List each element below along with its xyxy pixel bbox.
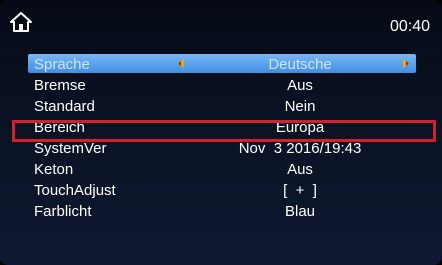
menu-item-farblicht[interactable]: Farblicht Blau: [0, 201, 442, 222]
menu-item-sprache[interactable]: Sprache Deutsche: [0, 54, 442, 75]
menu-item-value: Nov 3 2016/19:43: [238, 140, 362, 157]
menu-item-label: Keton: [34, 161, 74, 178]
arrow-left-icon[interactable]: [176, 59, 185, 68]
annotation-highlight-box: [12, 120, 436, 142]
menu-item-bremse[interactable]: Bremse Aus: [0, 75, 442, 96]
home-icon[interactable]: [10, 12, 32, 32]
menu-item-value: [ + ]: [283, 182, 317, 199]
menu-item-label: SystemVer: [34, 140, 107, 157]
menu-item-label: Farblicht: [34, 203, 92, 220]
menu-item-value: Aus: [287, 77, 313, 94]
menu-item-value: Blau: [284, 203, 316, 220]
menu-item-label: TouchAdjust: [34, 182, 116, 199]
menu-item-value: Aus: [287, 161, 313, 178]
menu-item-label: Bremse: [34, 77, 86, 94]
arrow-right-icon[interactable]: [402, 59, 411, 68]
menu-item-value: Nein: [284, 98, 316, 115]
menu-item-standard[interactable]: Standard Nein: [0, 96, 442, 117]
device-screen: 00:40 Sprache Deutsche Bremse Aus Standa…: [0, 0, 442, 265]
clock-display: 00:40: [389, 18, 430, 35]
menu-item-label: Standard: [34, 98, 95, 115]
menu-item-keton[interactable]: Keton Aus: [0, 159, 442, 180]
menu-item-touchadjust[interactable]: TouchAdjust [ + ]: [0, 180, 442, 201]
menu-item-value: Deutsche: [268, 56, 332, 73]
menu-item-label: Sprache: [34, 56, 90, 73]
